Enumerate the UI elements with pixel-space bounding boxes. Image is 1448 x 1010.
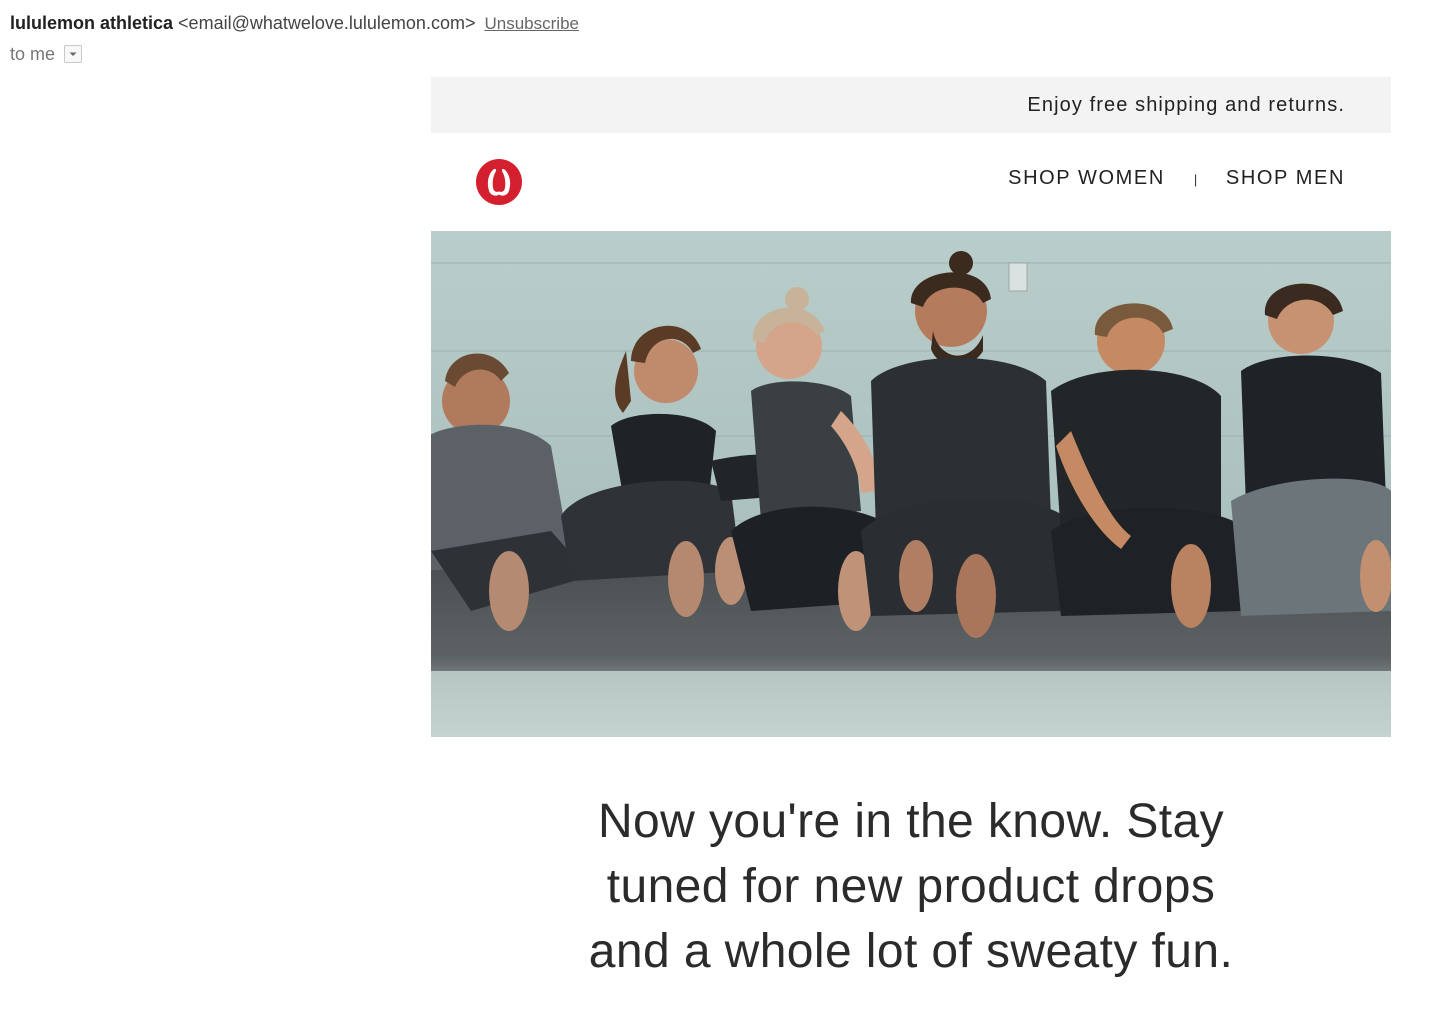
- brand-nav: SHOP WOMEN | SHOP MEN: [431, 133, 1391, 231]
- email-body: Enjoy free shipping and returns. SHOP WO…: [431, 77, 1391, 984]
- headline: Now you're in the know. Stay tuned for n…: [431, 789, 1391, 984]
- email-header: lululemon athletica <email@whatwelove.lu…: [10, 10, 1410, 67]
- hero-image[interactable]: [431, 231, 1391, 737]
- hero-photo: [431, 231, 1391, 737]
- chevron-down-icon: [69, 52, 77, 56]
- recipient-details-button[interactable]: [64, 45, 83, 63]
- unsubscribe-link[interactable]: Unsubscribe: [484, 14, 579, 33]
- nav-separator: |: [1193, 172, 1199, 187]
- promo-text[interactable]: Enjoy free shipping and returns.: [1027, 94, 1345, 117]
- sender-line: lululemon athletica <email@whatwelove.lu…: [10, 10, 1410, 37]
- nav-links: SHOP WOMEN | SHOP MEN: [1008, 167, 1345, 190]
- shop-women-link[interactable]: SHOP WOMEN: [1008, 167, 1165, 190]
- recipient-label: to me: [10, 44, 56, 64]
- headline-line-2: tuned for new product drops: [606, 860, 1216, 913]
- shop-men-link[interactable]: SHOP MEN: [1226, 167, 1345, 190]
- headline-line-3: and a whole lot of sweaty fun.: [588, 925, 1234, 978]
- lululemon-logo-icon[interactable]: [475, 158, 523, 206]
- recipient-line: to me: [10, 41, 1410, 67]
- sender-name[interactable]: lululemon athletica: [10, 13, 173, 33]
- sender-email: <email@whatwelove.lululemon.com>: [178, 13, 476, 33]
- promo-bar: Enjoy free shipping and returns.: [431, 77, 1391, 133]
- headline-line-1: Now you're in the know. Stay: [597, 795, 1224, 848]
